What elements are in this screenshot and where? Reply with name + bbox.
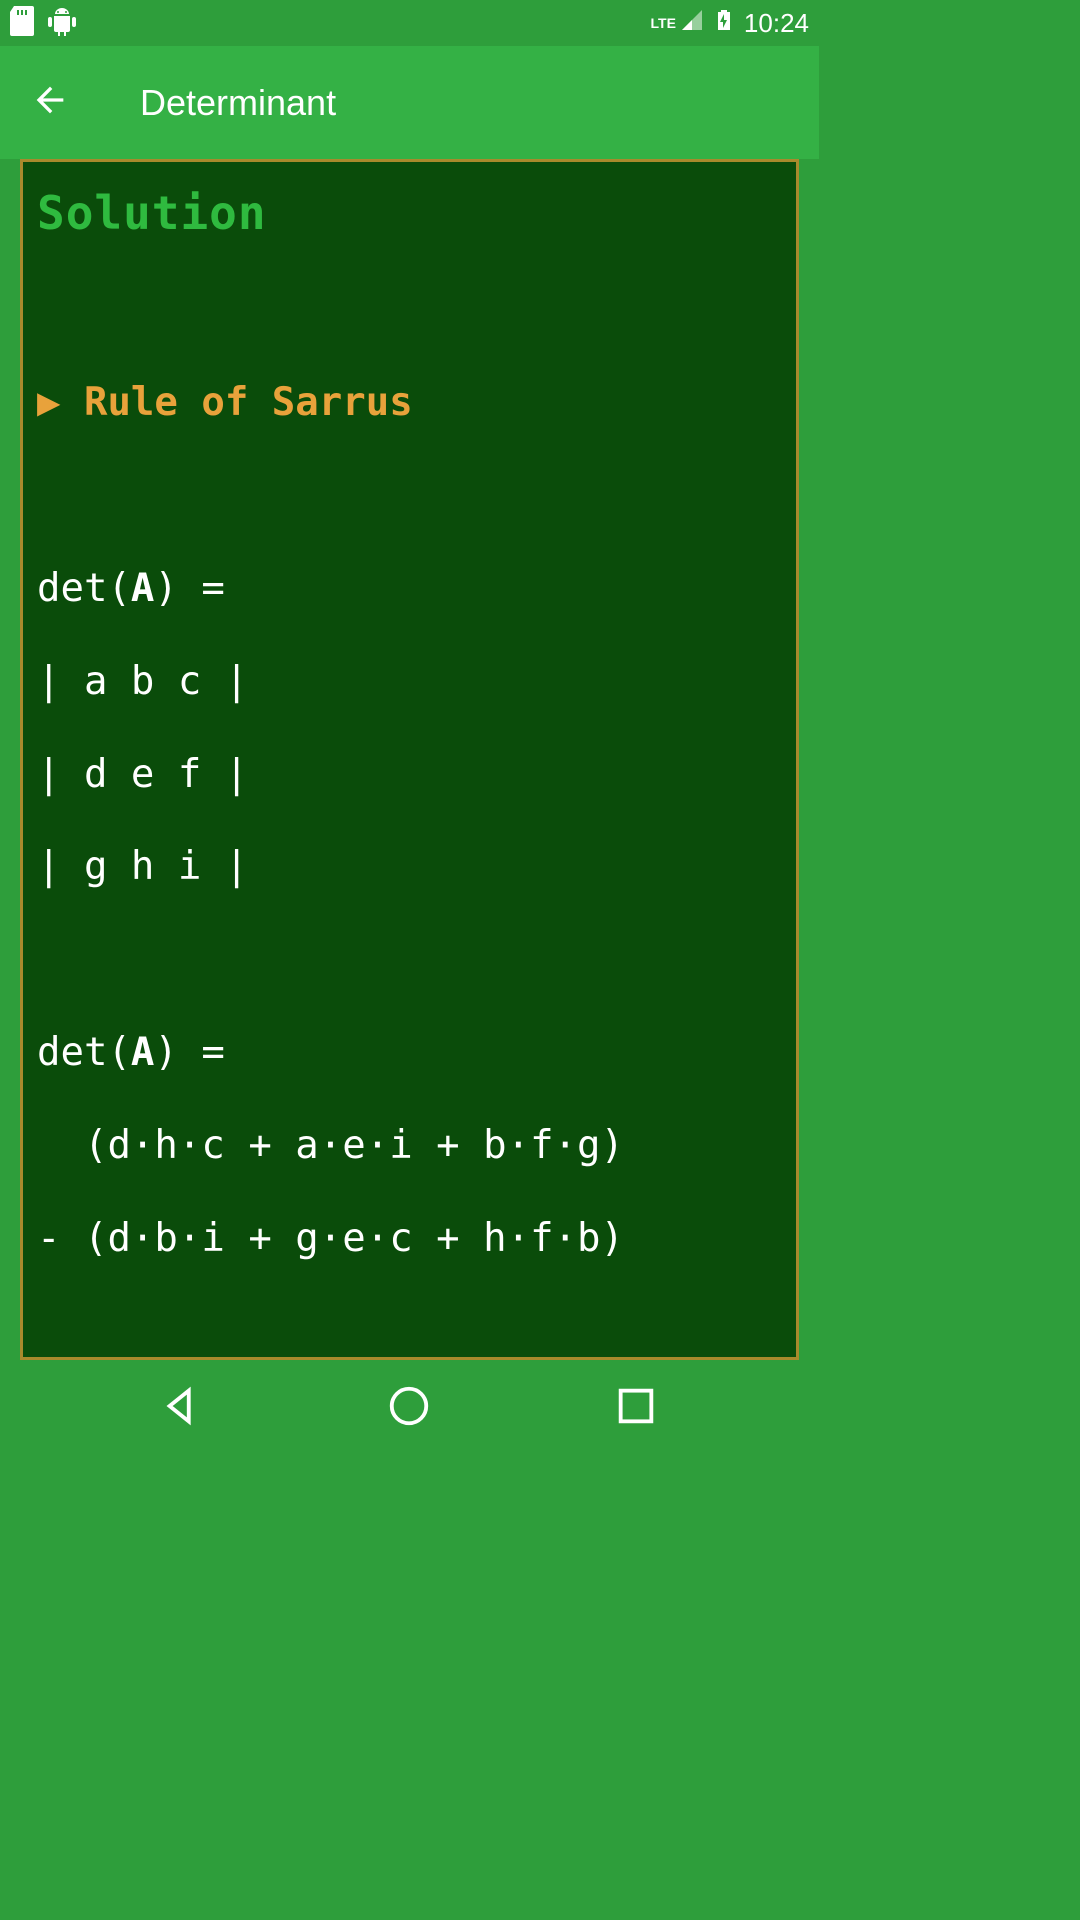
matrix-row-1: | a b c | (37, 659, 782, 705)
det-a-symbolic-header: det(A) = (37, 1030, 782, 1076)
nav-recent-icon[interactable] (613, 1383, 659, 1434)
android-icon (48, 6, 76, 41)
page-title: Determinant (140, 82, 336, 124)
battery-charging-icon (712, 8, 736, 39)
blank-line (37, 1308, 782, 1354)
status-right: LTE 10:24 (651, 8, 809, 39)
rule-header: ▶ Rule of Sarrus (37, 380, 782, 426)
lte-label: LTE (651, 15, 676, 31)
blank-line (37, 937, 782, 983)
blank-line (37, 473, 782, 519)
blank-line (37, 288, 782, 334)
symbolic-positive: (d·h·c + a·e·i + b·f·g) (37, 1123, 782, 1169)
nav-home-icon[interactable] (386, 1383, 432, 1434)
solution-header: Solution (37, 186, 782, 241)
nav-bar (0, 1360, 819, 1456)
app-bar: Determinant (0, 46, 819, 159)
content-card: Solution ▶ Rule of Sarrus det(A) = | a b… (20, 159, 799, 1360)
status-bar: LTE 10:24 (0, 0, 819, 46)
symbolic-negative: - (d·b·i + g·e·c + h·f·b) (37, 1216, 782, 1262)
sd-card-icon (10, 6, 36, 41)
matrix-row-3: | g h i | (37, 844, 782, 890)
content-wrap: Solution ▶ Rule of Sarrus det(A) = | a b… (0, 159, 819, 1360)
status-time: 10:24 (744, 8, 809, 39)
solution-panel: Solution ▶ Rule of Sarrus det(A) = | a b… (23, 162, 796, 1357)
matrix-row-2: | d e f | (37, 752, 782, 798)
signal-icon (680, 8, 704, 39)
nav-back-icon[interactable] (160, 1383, 206, 1434)
det-a-matrix-header: det(A) = (37, 566, 782, 612)
status-left (10, 6, 76, 41)
back-arrow-icon[interactable] (30, 80, 70, 125)
